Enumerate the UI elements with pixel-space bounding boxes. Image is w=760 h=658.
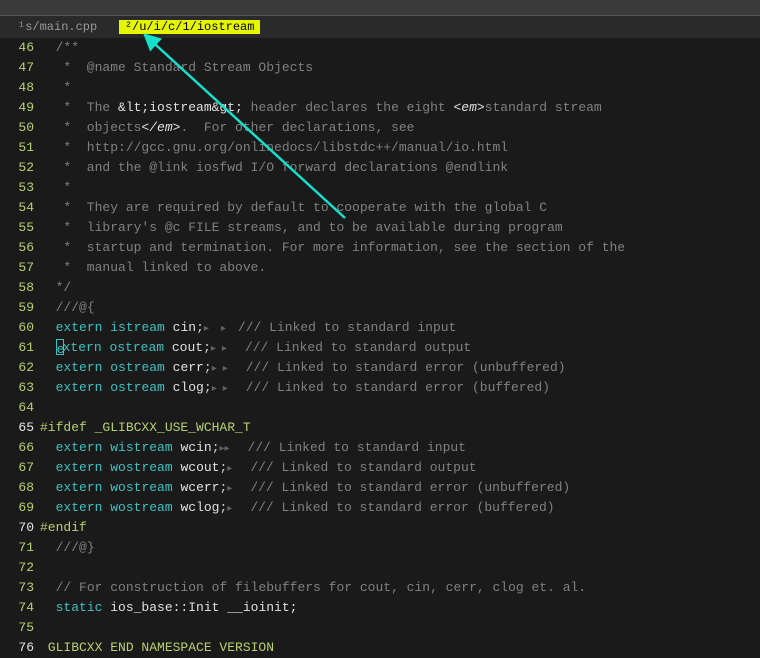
line-number: 48 (0, 78, 34, 98)
line-number: 50 (0, 118, 34, 138)
code-line[interactable]: /** (40, 38, 760, 58)
code-line[interactable] (40, 618, 760, 638)
code-line[interactable]: extern wostream wcout;▸ /// Linked to st… (40, 458, 760, 478)
code-line[interactable] (40, 558, 760, 578)
code-line[interactable]: extern ostream cout;▸ ▸ /// Linked to st… (40, 338, 760, 358)
code-line[interactable]: #ifdef _GLIBCXX_USE_WCHAR_T (40, 418, 760, 438)
line-number: 54 (0, 198, 34, 218)
line-number: 61 (0, 338, 34, 358)
line-number: 67 (0, 458, 34, 478)
line-number: 47 (0, 58, 34, 78)
code-editor[interactable]: 4647484950515253545556575859606162636465… (0, 38, 760, 654)
code-line[interactable]: ///@} (40, 538, 760, 558)
line-number: 46 (0, 38, 34, 58)
code-line[interactable]: * (40, 178, 760, 198)
code-line[interactable]: extern wostream wcerr;▸ /// Linked to st… (40, 478, 760, 498)
code-content[interactable]: /** * @name Standard Stream Objects * * … (40, 38, 760, 654)
code-line[interactable]: extern ostream clog;▸ ▸ /// Linked to st… (40, 378, 760, 398)
line-number: 53 (0, 178, 34, 198)
line-number: 58 (0, 278, 34, 298)
line-number: 71 (0, 538, 34, 558)
line-number: 69 (0, 498, 34, 518)
code-line[interactable]: * objects</em>. For other declarations, … (40, 118, 760, 138)
tab-main-cpp[interactable]: ¹s/main.cpp (12, 20, 103, 34)
line-number: 72 (0, 558, 34, 578)
window-topbar (0, 0, 760, 16)
line-number: 73 (0, 578, 34, 598)
code-line[interactable]: * manual linked to above. (40, 258, 760, 278)
line-number: 57 (0, 258, 34, 278)
line-number: 74 (0, 598, 34, 618)
code-line[interactable]: GLIBCXX END NAMESPACE VERSION (40, 638, 760, 658)
line-number: 66 (0, 438, 34, 458)
code-line[interactable]: * startup and termination. For more info… (40, 238, 760, 258)
code-line[interactable]: #endif (40, 518, 760, 538)
line-number: 60 (0, 318, 34, 338)
line-number: 65 (0, 418, 34, 438)
code-line[interactable]: extern istream cin;▸ ▸ /// Linked to sta… (40, 318, 760, 338)
code-line[interactable]: * http://gcc.gnu.org/onlinedocs/libstdc+… (40, 138, 760, 158)
code-line[interactable]: * (40, 78, 760, 98)
line-number: 75 (0, 618, 34, 638)
line-number: 76 (0, 638, 34, 658)
line-number: 63 (0, 378, 34, 398)
code-line[interactable]: extern wostream wclog;▸ /// Linked to st… (40, 498, 760, 518)
line-number: 70 (0, 518, 34, 538)
tab-iostream[interactable]: ²/u/i/c/1/iostream (119, 20, 261, 34)
code-line[interactable]: // For construction of filebuffers for c… (40, 578, 760, 598)
code-line[interactable]: * They are required by default to cooper… (40, 198, 760, 218)
line-number: 62 (0, 358, 34, 378)
line-number: 64 (0, 398, 34, 418)
line-number: 52 (0, 158, 34, 178)
code-line[interactable]: ///@{ (40, 298, 760, 318)
line-number: 59 (0, 298, 34, 318)
line-number: 56 (0, 238, 34, 258)
line-number: 55 (0, 218, 34, 238)
code-line[interactable]: extern ostream cerr;▸ ▸ /// Linked to st… (40, 358, 760, 378)
code-line[interactable]: */ (40, 278, 760, 298)
code-line[interactable]: * The &lt;iostream&gt; header declares t… (40, 98, 760, 118)
code-line[interactable]: * @name Standard Stream Objects (40, 58, 760, 78)
line-number: 49 (0, 98, 34, 118)
line-number-gutter: 4647484950515253545556575859606162636465… (0, 38, 40, 654)
code-line[interactable]: * and the @link iosfwd I/O forward decla… (40, 158, 760, 178)
code-line[interactable] (40, 398, 760, 418)
code-line[interactable]: extern wistream wcin;▸▸ /// Linked to st… (40, 438, 760, 458)
tab-bar: ¹s/main.cpp ²/u/i/c/1/iostream (0, 16, 760, 38)
code-line[interactable]: * library's @c FILE streams, and to be a… (40, 218, 760, 238)
line-number: 68 (0, 478, 34, 498)
code-line[interactable]: static ios_base::Init __ioinit; (40, 598, 760, 618)
line-number: 51 (0, 138, 34, 158)
